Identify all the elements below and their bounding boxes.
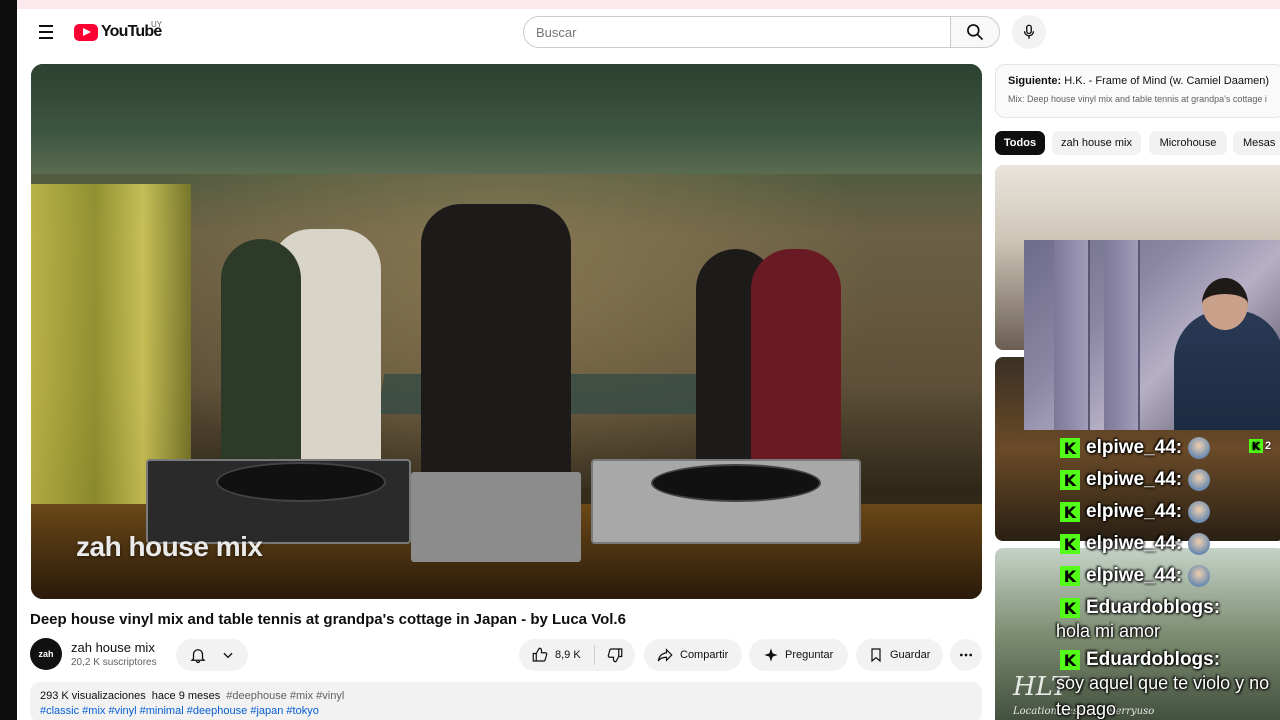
share-button[interactable]: Compartir <box>644 639 742 671</box>
bell-icon <box>190 649 206 664</box>
subscriber-count: 20,2 K suscriptores <box>71 657 157 668</box>
chat-username: Eduardoblogs: <box>1086 597 1221 618</box>
like-dislike-group: 8,9 K <box>519 639 635 671</box>
chat-message: K elpiwe_44: <box>1056 464 1280 496</box>
thumbs-down-icon <box>607 648 623 663</box>
search-bar <box>523 16 1000 48</box>
search-button[interactable] <box>950 16 1000 48</box>
scene-record <box>651 464 821 502</box>
ask-label: Preguntar <box>785 649 834 661</box>
save-button[interactable]: Guardar <box>856 639 943 671</box>
chat-message: K elpiwe_44: <box>1056 560 1280 592</box>
country-code: UY <box>151 20 163 29</box>
scene-record <box>216 462 386 502</box>
scene-person <box>421 204 571 504</box>
like-button[interactable]: 8,9 K <box>519 645 595 665</box>
video-player[interactable]: zah house mix <box>31 64 982 599</box>
emote-icon <box>1188 501 1211 523</box>
video-title: Deep house vinyl mix and table tennis at… <box>30 611 626 628</box>
search-icon <box>967 24 984 41</box>
emote-icon <box>1188 565 1211 587</box>
hashtag-links[interactable]: #classic #mix #vinyl #minimal #deephouse… <box>40 705 972 717</box>
chat-overlay: K elpiwe_44: K elpiwe_44: K elpiwe_44: K… <box>1056 432 1280 720</box>
save-label: Guardar <box>890 649 931 661</box>
chat-text: hola mi amor <box>1056 621 1161 641</box>
chat-message: K elpiwe_44: <box>1056 528 1280 560</box>
emote-icon <box>1188 437 1211 459</box>
left-edge-strip <box>0 0 17 720</box>
bookmark-icon <box>871 648 881 663</box>
chevron-down-icon <box>223 652 233 659</box>
next-title: H.K. - Frame of Mind (w. Camiel Daamen) <box>1064 75 1270 87</box>
scene-curtain <box>31 184 191 504</box>
sparkle-icon <box>764 648 778 662</box>
emote-icon <box>1188 469 1211 491</box>
kick-logo-icon: K <box>1060 650 1080 670</box>
kick-logo-icon: K <box>1060 566 1080 586</box>
kick-logo-icon: K <box>1060 502 1080 522</box>
scene-mixer <box>411 472 581 562</box>
kick-logo-icon: K <box>1060 598 1080 618</box>
webcam-door <box>1104 240 1140 430</box>
kick-logo-icon: K <box>1060 438 1080 458</box>
chat-text: soy aquel que te violo y no te pago <box>1056 673 1270 719</box>
chat-username: elpiwe_44: <box>1086 565 1183 586</box>
description-tags: #deephouse #mix #vinyl <box>226 690 345 702</box>
chip-todos[interactable]: Todos <box>995 131 1045 155</box>
search-input[interactable] <box>523 16 950 48</box>
dislike-button[interactable] <box>595 646 635 664</box>
chat-message: K elpiwe_44: <box>1056 432 1280 464</box>
description-box[interactable]: 293 K visualizaciones hace 9 meses #deep… <box>30 682 982 720</box>
chat-message: K elpiwe_44: <box>1056 496 1280 528</box>
subscription-bell-button[interactable] <box>176 639 248 671</box>
top-edge-strip <box>17 0 1280 9</box>
more-horizontal-icon <box>960 653 972 657</box>
chat-username: elpiwe_44: <box>1086 501 1183 522</box>
webcam-head <box>1202 278 1248 330</box>
next-label: Siguiente: <box>1008 75 1062 87</box>
youtube-play-icon <box>74 23 98 41</box>
upload-time: hace 9 meses <box>151 690 221 702</box>
share-icon <box>657 648 673 662</box>
scene-ceiling <box>31 64 982 174</box>
ask-button[interactable]: Preguntar <box>749 639 848 671</box>
webcam-overlay <box>1024 240 1280 430</box>
more-actions-button[interactable] <box>950 639 982 671</box>
scene-person <box>221 239 301 489</box>
chat-username: elpiwe_44: <box>1086 533 1183 554</box>
chip-microhouse[interactable]: Microhouse <box>1149 131 1227 155</box>
share-label: Compartir <box>680 649 729 661</box>
like-count: 8,9 K <box>555 649 581 661</box>
chip-mesas[interactable]: Mesas <box>1233 131 1280 155</box>
channel-name[interactable]: zah house mix <box>71 640 155 655</box>
webcam-door <box>1054 240 1090 430</box>
chip-zah-house-mix[interactable]: zah house mix <box>1052 131 1141 155</box>
chat-username: Eduardoblogs: <box>1086 649 1220 671</box>
emote-icon <box>1188 533 1211 555</box>
youtube-logo[interactable]: YouTube <box>74 22 162 42</box>
chat-username: elpiwe_44: <box>1086 469 1183 490</box>
menu-icon[interactable] <box>34 20 58 44</box>
voice-search-button[interactable] <box>1012 15 1046 49</box>
thumbs-up-icon <box>532 647 548 662</box>
kick-logo-icon: K <box>1060 470 1080 490</box>
kick-logo-icon: K <box>1060 534 1080 554</box>
next-playlist: Mix: Deep house vinyl mix and table tenn… <box>1008 94 1267 104</box>
microphone-icon <box>1023 24 1035 39</box>
scene-person <box>751 249 841 479</box>
view-count: 293 K visualizaciones <box>40 690 146 702</box>
chat-username-text: Eduardoblogs: <box>1086 649 1221 670</box>
channel-avatar[interactable]: zah <box>30 638 62 670</box>
up-next-box[interactable]: Siguiente: H.K. - Frame of Mind (w. Cami… <box>995 64 1280 118</box>
video-overlay-text: zah house mix <box>76 531 263 562</box>
chat-username: elpiwe_44: <box>1086 437 1183 458</box>
